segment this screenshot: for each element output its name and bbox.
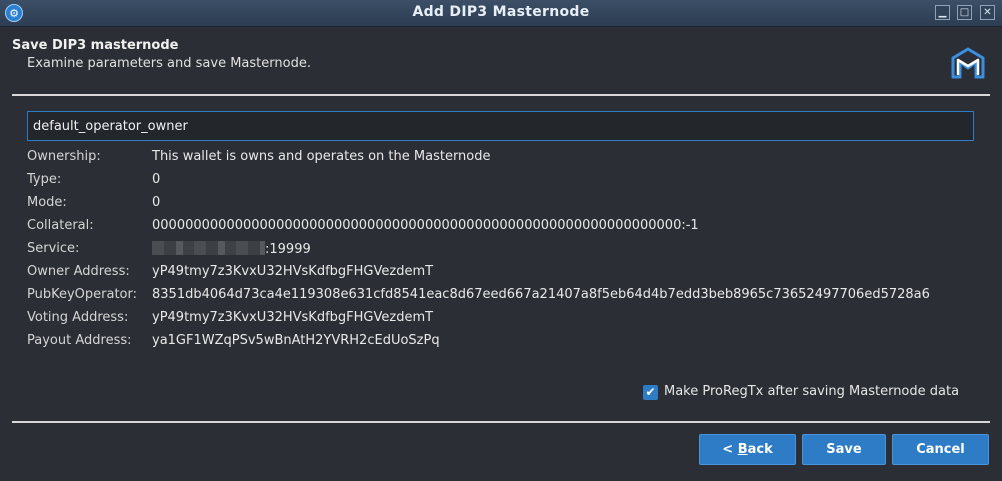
save-button[interactable]: Save (802, 434, 886, 465)
collateral-label: Collateral: (27, 218, 94, 233)
pubkey-operator-value: 8351db4064d73ca4e119308e631cfd8541eac8d6… (152, 287, 930, 302)
back-button-prefix: < (722, 442, 738, 457)
redacted-ip (152, 241, 265, 255)
dash-logo-icon (951, 47, 985, 79)
pubkey-operator-label: PubKeyOperator: (27, 287, 138, 302)
type-value: 0 (152, 172, 161, 187)
service-port: :19999 (265, 242, 311, 257)
back-button-rest: ack (747, 442, 773, 457)
collateral-value: 0000000000000000000000000000000000000000… (152, 218, 699, 233)
owner-address-value: yP49tmy7z3KvxU32HVsKdfbgFHGVezdemT (152, 264, 434, 279)
mode-label: Mode: (27, 195, 67, 210)
window-title: Add DIP3 Masternode (412, 4, 590, 20)
page-subtitle: Examine parameters and save Masternode. (27, 56, 311, 71)
page-title: Save DIP3 masternode (12, 38, 179, 53)
header-divider (12, 94, 990, 96)
voting-address-value: yP49tmy7z3KvxU32HVsKdfbgFHGVezdemT (152, 310, 434, 325)
minimize-icon[interactable]: ▁ (935, 5, 950, 20)
payout-address-label: Payout Address: (27, 333, 132, 348)
service-label: Service: (27, 241, 80, 256)
back-button[interactable]: < Back (699, 434, 796, 465)
payout-address-value: ya1GF1WZqPSv5wBnAtH2YVRH2cEdUoSzPq (152, 333, 440, 348)
ownership-value: This wallet is owns and operates on the … (152, 149, 491, 164)
close-icon[interactable]: ✕ (980, 5, 995, 20)
type-label: Type: (27, 172, 62, 187)
ownership-label: Ownership: (27, 149, 101, 164)
cancel-button[interactable]: Cancel (892, 434, 989, 465)
mode-value: 0 (152, 195, 161, 210)
voting-address-label: Voting Address: (27, 310, 129, 325)
owner-address-label: Owner Address: (27, 264, 130, 279)
service-value: :19999 (152, 241, 311, 257)
make-proregtx-label[interactable]: Make ProRegTx after saving Masternode da… (664, 384, 959, 399)
title-bar: ⚙ Add DIP3 Masternode ▁ □ ✕ (0, 0, 1002, 27)
make-proregtx-checkbox[interactable]: ✔ (643, 385, 658, 400)
masternode-name-input[interactable] (27, 111, 974, 141)
footer-divider (12, 421, 990, 423)
maximize-icon[interactable]: □ (957, 5, 972, 20)
back-button-mnemonic: B (737, 442, 748, 457)
